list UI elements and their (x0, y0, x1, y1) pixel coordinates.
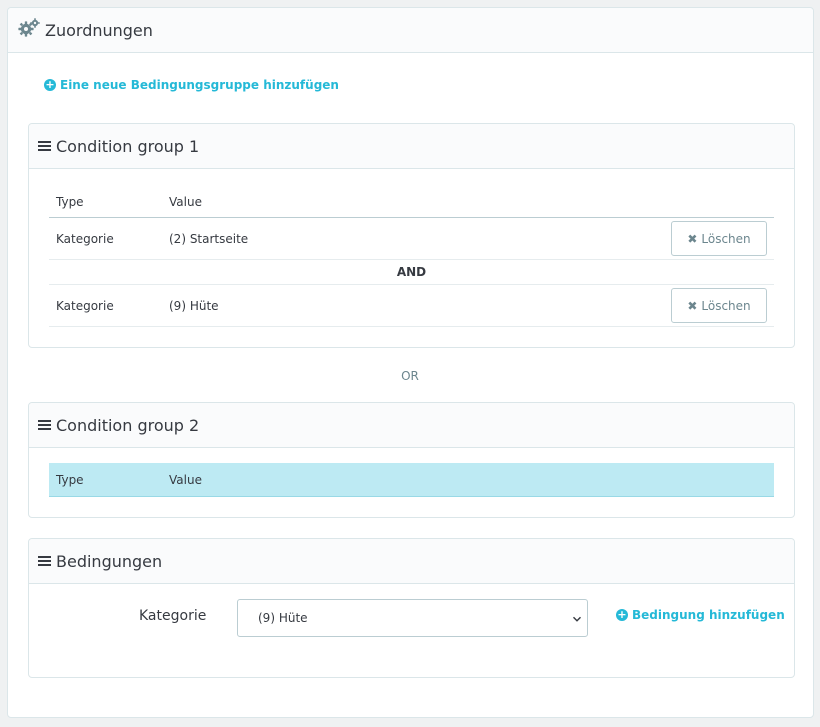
column-value-header: Value (169, 472, 202, 487)
condition-group-2-header: Condition group 2 (29, 403, 794, 448)
or-separator: OR (401, 369, 419, 383)
condition-group-2-table: Type Value (49, 463, 774, 497)
add-condition-group-label: Eine neue Bedingungsgruppe hinzufügen (60, 78, 339, 92)
column-value-header: Value (169, 195, 202, 209)
plus-circle-icon: + (44, 78, 56, 91)
condition-group-1-title: Condition group 1 (56, 136, 200, 156)
delete-button[interactable]: ✖ Löschen (671, 288, 767, 323)
gears-icon (18, 18, 40, 42)
column-type-header: Type (56, 472, 84, 487)
condition-group-2-title: Condition group 2 (56, 415, 200, 435)
condition-group-2-panel[interactable]: Condition group 2 Type Value (28, 402, 795, 518)
and-joiner: AND (49, 260, 774, 285)
close-icon: ✖ (687, 231, 698, 246)
column-type-header: Type (56, 195, 84, 209)
row-type: Kategorie (56, 298, 114, 313)
table-row: Kategorie (9) Hüte ✖ Löschen (49, 285, 774, 327)
add-condition-group-link[interactable]: + Eine neue Bedingungsgruppe hinzufügen (44, 78, 339, 92)
list-icon (38, 419, 51, 431)
condition-group-1-panel: Condition group 1 Type Value Kategorie (… (28, 123, 795, 348)
page-title: Zuordnungen (45, 20, 153, 40)
delete-button[interactable]: ✖ Löschen (671, 221, 767, 256)
list-icon (38, 555, 51, 567)
list-icon (38, 140, 51, 152)
conditions-header: Bedingungen (29, 539, 794, 584)
assignments-header: Zuordnungen (8, 8, 813, 53)
delete-label: Löschen (701, 298, 751, 313)
conditions-panel: Bedingungen Kategorie (9) Hüte + Bedingu… (28, 538, 795, 678)
condition-group-1-header: Condition group 1 (29, 124, 794, 169)
condition-group-1-table: Type Value Kategorie (2) Startseite ✖ Lö… (49, 187, 774, 327)
row-type: Kategorie (56, 231, 114, 246)
add-condition-link[interactable]: + Bedingung hinzufügen (616, 608, 785, 622)
add-condition-label: Bedingung hinzufügen (632, 608, 785, 622)
table-row: Kategorie (2) Startseite ✖ Löschen (49, 218, 774, 260)
chevron-down-icon (572, 613, 582, 627)
table-header: Type Value (49, 187, 774, 218)
table-header-selected[interactable]: Type Value (49, 463, 774, 497)
delete-label: Löschen (701, 231, 751, 246)
plus-circle-icon: + (616, 608, 628, 621)
category-select-value: (9) Hüte (258, 611, 308, 625)
assignments-panel: Zuordnungen + Eine neue Bedingungsgruppe… (7, 7, 814, 718)
category-select[interactable]: (9) Hüte (237, 599, 588, 637)
close-icon: ✖ (687, 298, 698, 313)
conditions-title: Bedingungen (56, 551, 163, 571)
category-label: Kategorie (139, 608, 207, 624)
